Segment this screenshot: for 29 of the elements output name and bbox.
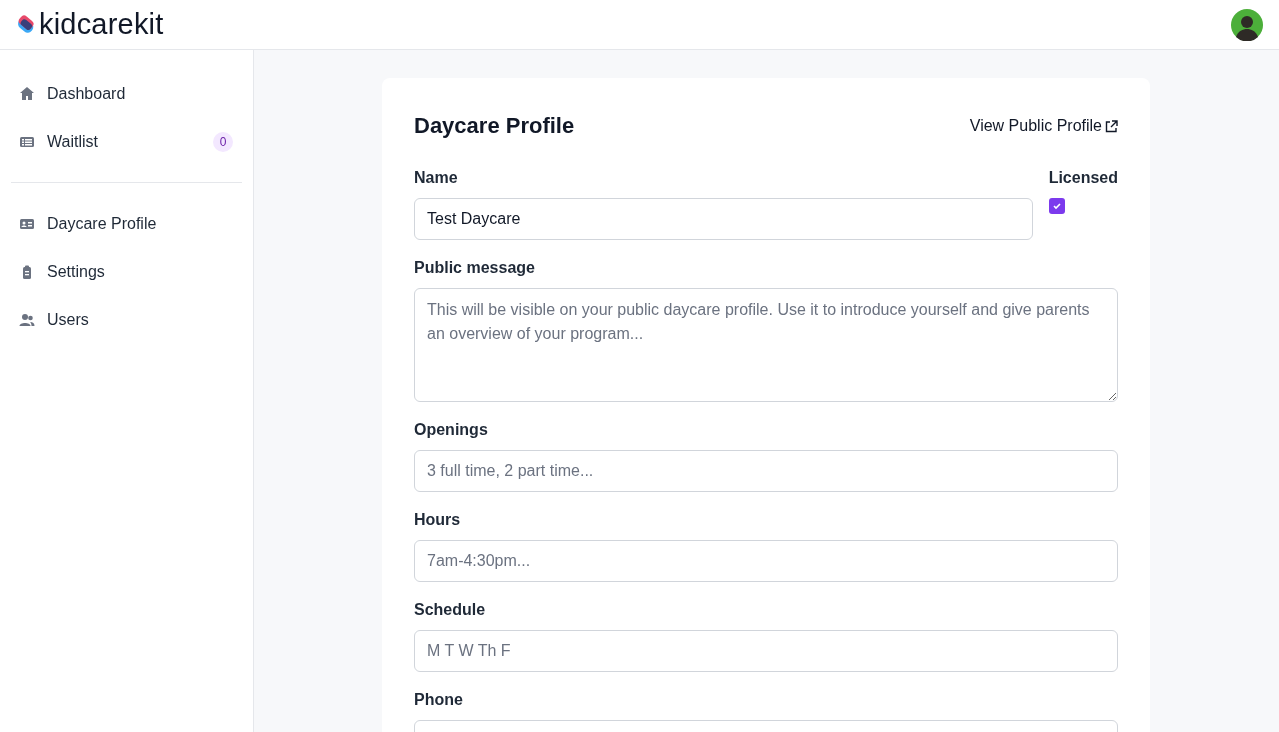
field-label: Openings [414, 420, 489, 440]
avatar[interactable] [1231, 8, 1263, 41]
message-field[interactable]: This will be visible on your public daycare profile. Use it to introduce yourself and give parents an overview of your program... [414, 288, 1118, 402]
text-field[interactable]: 7am-4:30pm... [414, 540, 1118, 582]
list-icon [19, 134, 35, 150]
logo-text: kidcarekit [39, 8, 164, 41]
text-field[interactable]: M T W Th F [414, 630, 1118, 672]
view-public-profile-link[interactable]: View Public Profile [969, 117, 1118, 135]
users-icon [19, 312, 35, 328]
sidebar-item[interactable]: Waitlist 0 [11, 118, 242, 166]
field-label: Public message [414, 258, 536, 278]
home-icon [19, 86, 35, 102]
checkmark-icon [1051, 201, 1062, 211]
licensed-checkbox[interactable] [1048, 198, 1065, 214]
id-card-icon [19, 216, 35, 232]
page-title: Daycare Profile [414, 113, 575, 139]
field-label: Schedule [414, 600, 487, 620]
sidebar-item[interactable]: Dashboard [11, 70, 242, 118]
text-field[interactable]: 3 full time, 2 part time... [414, 450, 1118, 492]
count-badge: 0 [213, 132, 233, 152]
text-field[interactable]: Test Daycare [414, 198, 1033, 240]
external-link-icon [1105, 119, 1118, 133]
checkbox-label: Licensed [1048, 168, 1118, 188]
field-label: Hours [414, 510, 462, 530]
field-label: Name [414, 168, 459, 188]
sidebar-item[interactable]: Daycare Profile [11, 200, 242, 248]
sidebar-item[interactable]: Settings [11, 248, 242, 296]
sidebar-item[interactable]: Users [11, 296, 242, 344]
field-label: Phone [414, 690, 464, 710]
